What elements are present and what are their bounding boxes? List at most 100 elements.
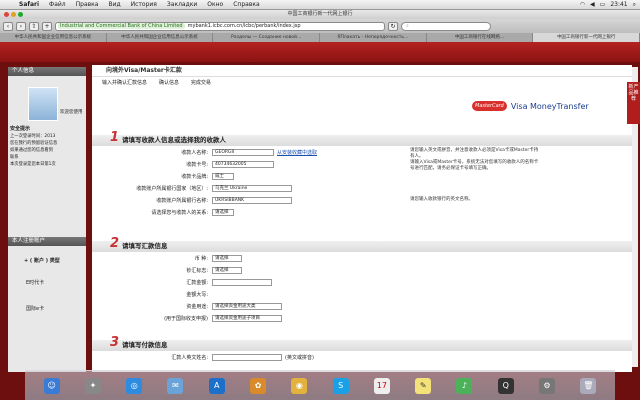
payer-hint: (英文或拼音) — [285, 354, 314, 361]
photos-icon[interactable]: ✿ — [250, 377, 267, 394]
skype-icon[interactable]: S — [332, 377, 349, 394]
calendar-icon[interactable]: 17 — [373, 377, 390, 394]
card-brand-select[interactable]: 威士 — [212, 172, 234, 180]
close-window-icon[interactable] — [4, 12, 9, 17]
account-type[interactable]: + ( 账户 ) 类型 — [24, 257, 60, 264]
tab-bar: 中华人民共和国企业信用信息公示系统 中华人民共和国企业信用信息公示系统 Разд… — [0, 33, 640, 42]
finder-icon[interactable]: ☺ — [43, 377, 60, 394]
select-payee-link[interactable]: 从安装收藏中选取 — [277, 149, 317, 156]
settings-icon[interactable]: ⚙ — [539, 377, 556, 394]
launchpad-icon[interactable]: ✦ — [84, 377, 101, 394]
window-title: 中国工商银行新一代网上银行 — [287, 11, 353, 17]
notes-icon[interactable]: ✎ — [415, 377, 432, 394]
forward-button[interactable]: › — [16, 21, 26, 31]
menu-bookmarks[interactable]: Закладки — [162, 0, 202, 10]
tip-item: 您在我行的预留验证信息 — [10, 141, 58, 146]
section-1-header: 1 请填写收款人信息或选择我的收款人 — [92, 130, 632, 146]
music-icon[interactable]: ♪ — [456, 377, 473, 394]
purpose-select[interactable]: 请选择资金用途大类 — [212, 302, 282, 310]
trash-icon[interactable]: 🗑 — [580, 377, 597, 394]
tip-item: 如果通过您的信息看到 — [10, 148, 53, 153]
amount-input[interactable] — [212, 278, 272, 286]
menu-history[interactable]: История — [126, 0, 162, 10]
steps-bar: 输入并确认汇款信息 确认信息 完成交易 — [92, 77, 632, 88]
ssl-badge: Industrial and Commercial Bank of China … — [58, 23, 185, 29]
page-title: 向境外Visa/Master卡汇款 — [92, 65, 632, 77]
tab-5[interactable]: 中国工商银行在线网络... — [427, 33, 534, 42]
cash-flag-select[interactable]: 请选择 — [212, 266, 242, 274]
step-3: 完成交易 — [190, 80, 211, 86]
menu-bar: Safari Файл Правка Вид История Закладки … — [0, 0, 640, 10]
appstore-icon[interactable]: A — [208, 377, 225, 394]
tip-item: 联系 — [10, 155, 19, 160]
tab-6-active[interactable]: 中国工商银行新一代网上银行 — [533, 33, 640, 42]
field-label: (用于国际收支申报) — [164, 315, 208, 322]
address-bar[interactable]: Industrial and Commercial Bank of China … — [55, 21, 385, 31]
share-button[interactable]: ⇧ — [29, 21, 39, 31]
search-field[interactable]: ⌕ — [401, 21, 491, 31]
payee-name-input[interactable]: GEORGII — [212, 148, 274, 156]
menu-edit[interactable]: Правка — [71, 0, 104, 10]
section-number: 2 — [110, 236, 120, 251]
accounts-header: 本人注册账户 — [8, 237, 86, 246]
field-label: 币 种: — [194, 255, 208, 262]
menu-file[interactable]: Файл — [44, 0, 71, 10]
tab-2[interactable]: 中华人民共和国企业信用信息公示系统 — [107, 33, 214, 42]
field-label: 汇款金额: — [186, 279, 208, 286]
section-title: 请填写付款信息 — [122, 341, 168, 349]
menu-view[interactable]: Вид — [103, 0, 125, 10]
purpose-sub-select[interactable]: 请选择资金用途子项目 — [212, 314, 282, 322]
search-icon[interactable]: ⌕ — [633, 1, 636, 9]
clock[interactable]: 23:41 — [610, 1, 627, 8]
step-2: 确认信息 — [158, 80, 179, 86]
currency-select[interactable]: 请选择 — [212, 254, 242, 262]
reload-button[interactable]: ↻ — [388, 21, 398, 31]
section-3-header: 3 请填写付款信息 — [92, 336, 632, 351]
minimize-window-icon[interactable] — [11, 12, 16, 17]
section-number: 1 — [110, 130, 120, 145]
tab-3[interactable]: Разделы — Создание новой... — [213, 33, 321, 42]
safari-icon[interactable]: ◎ — [126, 377, 143, 394]
tab-4[interactable]: ЯПлакать - Непорядочность... — [320, 33, 427, 42]
chrome-icon[interactable]: ◉ — [291, 377, 308, 394]
security-title: 安全提示 — [10, 126, 31, 132]
dock: ☺ ✦ ◎ ✉ A ✿ ◉ S 17 ✎ ♪ Q ⚙ 🗑 — [25, 370, 615, 400]
menu-window[interactable]: Окно — [202, 0, 228, 10]
step-1: 输入并确认汇款信息 — [102, 80, 148, 86]
security-tips: 上一次登录时间：2013 您在我行的预留验证信息 如果通过您的信息看到 联系 本… — [10, 133, 86, 168]
volume-icon[interactable]: ◀ — [590, 1, 595, 8]
country-select[interactable]: 乌克兰 Ukraine — [212, 184, 292, 192]
qq-icon[interactable]: Q — [497, 377, 514, 394]
field-label: 收款账户所属银行名称: — [156, 197, 208, 204]
section-title: 请填写收款人信息或选择我的收款人 — [122, 136, 226, 144]
menu-safari[interactable]: Safari — [14, 0, 44, 10]
bank-name-input[interactable]: UKRSIBBANK — [212, 196, 292, 204]
back-button[interactable]: ‹ — [3, 21, 13, 31]
field-label: 金额大写: — [186, 291, 208, 298]
field-label: 收款卡号: — [186, 161, 208, 168]
browser-toolbar: ‹ › ⇧ + Industrial and Commercial Bank o… — [0, 19, 640, 33]
field-label: 汇款人英文姓名: — [171, 354, 208, 361]
note: 请您输入英文或拼音，并注意收款人必须是Visa卡或Master卡持有人。 — [410, 148, 539, 159]
payer-name-input[interactable] — [212, 353, 282, 361]
personal-info-header: 个人信息 — [8, 67, 86, 76]
relationship-select[interactable]: 请选择 — [212, 208, 234, 216]
new-products-tab[interactable]: 新产品推荐 — [627, 82, 640, 124]
card-number-input[interactable]: 40734632005 — [212, 160, 274, 168]
tab-1[interactable]: 中华人民共和国企业信用信息公示系统 — [0, 33, 107, 42]
mail-icon[interactable]: ✉ — [167, 377, 184, 394]
brand-logo: MasterCard Visa MoneyTransfer — [472, 101, 589, 111]
card-item-2[interactable]: 国际e卡 — [26, 305, 44, 312]
note: 请输入Visa或Master卡号，系统无法对您填写的收款人的名称卡号进行匹配，请… — [410, 160, 539, 171]
note: 请您输入收款银行的英文名称。 — [410, 197, 473, 202]
add-button[interactable]: + — [42, 21, 52, 31]
menu-help[interactable]: Справка — [228, 0, 264, 10]
zoom-window-icon[interactable] — [18, 12, 23, 17]
card-item-1[interactable]: E时代卡 — [26, 279, 44, 286]
section-title: 请填写汇款信息 — [122, 242, 168, 250]
tip-item: 上一次登录时间：2013 — [10, 134, 56, 139]
mastercard-logo: MasterCard — [472, 101, 507, 111]
left-sidebar: 个人信息 欢迎您使用 安全提示 上一次登录时间：2013 您在我行的预留验证信息… — [8, 67, 86, 372]
battery-icon[interactable]: ▭ — [600, 1, 606, 8]
wifi-icon[interactable]: ◠ — [580, 1, 585, 8]
